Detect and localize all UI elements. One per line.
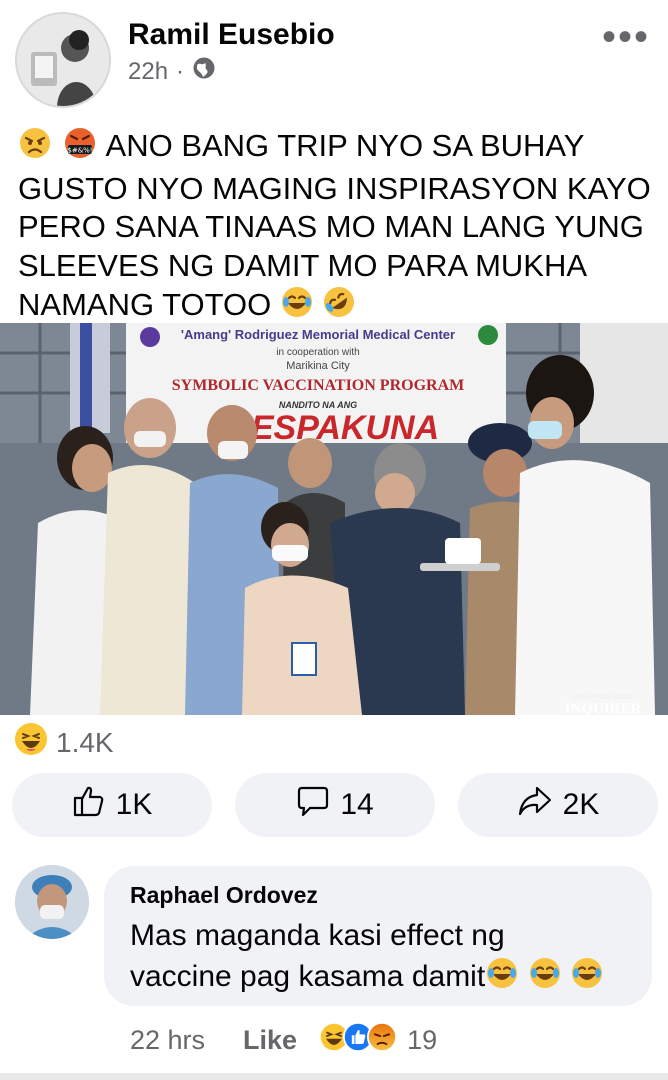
banner-line-3: Marikina City [286, 360, 350, 372]
banner-title: SYMBOLIC VACCINATION PROGRAM [172, 377, 464, 394]
post-author-name[interactable]: Ramil Eusebio [128, 18, 335, 52]
watermark-top: PHILIPPINE DAILY [573, 694, 634, 701]
comment-text: Mas maganda kasi effect ng vaccine pag k… [130, 916, 650, 1001]
banner-line-1: 'Amang' Rodriguez Memorial Medical Cente… [181, 327, 455, 342]
comment-text-line-2: vaccine pag kasama damit [130, 956, 650, 1001]
post-time[interactable]: 22h [128, 58, 168, 86]
like-button[interactable]: 1K [12, 773, 212, 837]
post-text-line-2: GUSTO NYO MAGING INSPIRASYON KAYO [18, 170, 651, 206]
thumbs-up-icon [72, 784, 106, 826]
author-avatar[interactable] [15, 12, 111, 108]
comment-button[interactable]: 14 [235, 773, 435, 837]
share-arrow-icon [517, 784, 553, 826]
comment-text-line-1: Mas maganda kasi effect ng [130, 919, 505, 952]
comment-author[interactable]: Raphael Ordovez [130, 882, 318, 909]
laughing-tears-emoji [570, 956, 604, 1001]
inquirer-watermark: INQUIRER [565, 701, 642, 715]
angry-reaction-icon [367, 1022, 398, 1059]
banner-line-2: in cooperation with [276, 347, 359, 358]
comment-reactions[interactable] [319, 1022, 398, 1059]
post-text-line-5: NAMANG TOTOO [18, 285, 658, 329]
next-item-divider [0, 1073, 668, 1080]
like-count: 1K [115, 788, 153, 821]
share-button[interactable]: 2K [458, 773, 658, 837]
laughing-tears-emoji [280, 285, 314, 329]
post-text-line-3: PERO SANA TINAAS MO MAN LANG YUNG [18, 209, 644, 244]
share-count: 2K [562, 788, 600, 821]
comment-bubble-icon [296, 784, 330, 826]
vaccination-scene-image: 'Amang' Rodriguez Memorial Medical Cente… [0, 323, 668, 715]
cursing-face-emoji: $#&%! [61, 126, 99, 170]
more-options-button[interactable]: ••• [602, 17, 650, 57]
haha-reaction-icon [14, 722, 48, 763]
reaction-count: 1.4K [56, 726, 114, 758]
laughing-tears-emoji [528, 956, 562, 1001]
svg-text:$#&%!: $#&%! [67, 147, 92, 155]
meta-separator: · [176, 57, 185, 85]
comment-meta: 22 hrs Like 19 [130, 1022, 437, 1059]
comment-time[interactable]: 22 hrs [130, 1025, 205, 1056]
rolling-laughing-emoji [322, 285, 356, 329]
comment-like-button[interactable]: Like [243, 1025, 297, 1056]
comment-reaction-count: 19 [407, 1025, 438, 1055]
laughing-tears-emoji [485, 956, 519, 1001]
post-meta: 22h · [128, 56, 216, 87]
post-text-line-1: $#&%! ANO BANG TRIP NYO SA BUHAY [18, 126, 658, 170]
banner-big: ESPAKUNA [251, 409, 439, 447]
weary-face-emoji [18, 126, 52, 170]
post-text-line-4: SLEEVES NG DAMIT MO PARA MUKHA [18, 247, 588, 283]
commenter-avatar[interactable] [15, 865, 89, 939]
post-photo[interactable]: 'Amang' Rodriguez Memorial Medical Cente… [0, 323, 668, 715]
reactions-summary[interactable]: 1.4K [14, 722, 114, 763]
globe-icon [192, 56, 216, 87]
comment-count: 14 [340, 788, 374, 821]
post-text: $#&%! ANO BANG TRIP NYO SA BUHAY GUSTO N… [18, 126, 658, 329]
